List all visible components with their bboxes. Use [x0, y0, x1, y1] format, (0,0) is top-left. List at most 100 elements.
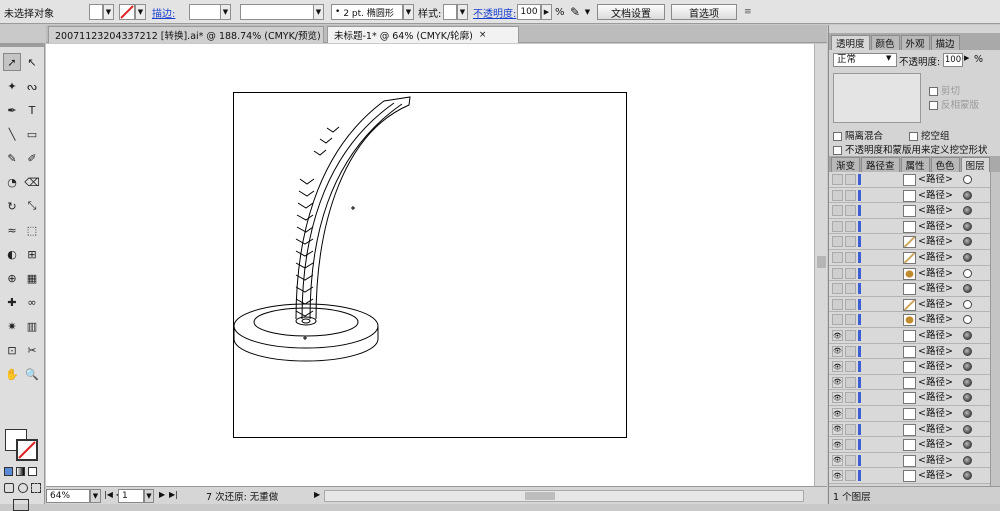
lock-toggle[interactable]: [845, 252, 856, 263]
tab-document-2[interactable]: 未标题-1* @ 64% (CMYK/轮廓) ×: [327, 26, 519, 43]
lock-toggle[interactable]: [845, 470, 856, 482]
rotate-tool-icon[interactable]: ↻: [3, 197, 21, 215]
layer-row[interactable]: 👁 <路径>: [829, 390, 1000, 406]
tab-transparency[interactable]: 透明度: [831, 35, 870, 50]
target-icon[interactable]: [963, 455, 972, 465]
slice-tool-icon[interactable]: ✂: [23, 341, 41, 359]
lock-toggle[interactable]: [845, 220, 856, 232]
pen-tool-icon[interactable]: ✒: [3, 101, 21, 119]
layer-row[interactable]: <路径>: [829, 234, 1000, 250]
target-icon[interactable]: [963, 206, 972, 216]
layer-row[interactable]: 👁 <路径>: [829, 468, 1000, 484]
target-icon[interactable]: [963, 299, 972, 309]
layer-name[interactable]: <路径>: [918, 281, 953, 296]
opacity-mask-option[interactable]: 不透明度和蒙版用来定义挖空形状: [833, 142, 988, 156]
none-mode-icon[interactable]: [28, 467, 37, 476]
blend-tool-icon[interactable]: ∞: [23, 293, 41, 311]
target-icon[interactable]: [963, 393, 972, 403]
opacity-arrow[interactable]: ▶: [541, 4, 552, 20]
layer-name[interactable]: <路径>: [918, 312, 953, 327]
target-icon[interactable]: [963, 346, 972, 356]
tab-appearance[interactable]: 外观: [900, 35, 930, 50]
layer-name[interactable]: <路径>: [918, 375, 953, 390]
stroke-swatch[interactable]: [119, 4, 135, 20]
pencil-tool-icon[interactable]: ✐: [23, 149, 41, 167]
tools-panel-header[interactable]: [0, 43, 44, 47]
screen-mode-icon[interactable]: [13, 499, 29, 511]
page-dropdown[interactable]: ▼: [144, 489, 154, 503]
layer-row[interactable]: <路径>: [829, 203, 1000, 219]
document-setup-button[interactable]: 文档设置: [597, 4, 665, 20]
eye-icon[interactable]: 👁: [832, 376, 843, 388]
eye-icon[interactable]: 👁: [832, 423, 843, 435]
eyedropper-tool-icon[interactable]: ✚: [3, 293, 21, 311]
layer-name[interactable]: <路径>: [918, 266, 953, 281]
stroke-weight-dropdown[interactable]: ▼: [220, 4, 231, 20]
scale-tool-icon[interactable]: ⤡: [23, 197, 41, 215]
zoom-dropdown[interactable]: ▼: [90, 489, 101, 503]
layer-name[interactable]: <路径>: [918, 297, 953, 312]
eye-icon[interactable]: 👁: [832, 330, 843, 341]
eye-icon[interactable]: 👁: [832, 454, 843, 466]
lock-toggle[interactable]: [845, 267, 856, 279]
preferences-button[interactable]: 首选项: [671, 4, 737, 20]
lock-toggle[interactable]: [845, 454, 856, 466]
canvas[interactable]: [46, 44, 814, 486]
target-icon[interactable]: [963, 315, 972, 325]
lock-toggle[interactable]: [845, 408, 856, 419]
layer-name[interactable]: <路径>: [918, 234, 953, 249]
fill-swatch[interactable]: [89, 4, 103, 20]
layer-row[interactable]: 👁 <路径>: [829, 421, 1000, 438]
rectangle-tool-icon[interactable]: ▭: [23, 125, 41, 143]
color-mode-icon[interactable]: [4, 467, 13, 476]
target-icon[interactable]: [963, 377, 972, 387]
opacity-field[interactable]: 100: [517, 4, 541, 20]
lock-toggle[interactable]: [845, 361, 856, 373]
panel-opacity-field[interactable]: 100: [943, 53, 963, 67]
target-icon[interactable]: [963, 284, 972, 294]
magic-wand-tool-icon[interactable]: ✦: [3, 77, 21, 95]
eye-icon[interactable]: 👁: [832, 470, 843, 482]
invert-mask-option[interactable]: 反相蒙版: [929, 97, 979, 111]
layer-row[interactable]: <路径>: [829, 172, 1000, 188]
layer-name[interactable]: <路径>: [918, 172, 953, 187]
layer-name[interactable]: <路径>: [918, 453, 953, 468]
eraser-tool-icon[interactable]: ⌫: [23, 173, 41, 191]
layer-name[interactable]: <路径>: [918, 422, 953, 437]
eye-icon[interactable]: 👁: [832, 408, 843, 419]
stroke-color-swatch[interactable]: [16, 439, 38, 461]
last-page-icon[interactable]: ▶|: [169, 490, 178, 499]
width-tool-icon[interactable]: ≈: [3, 221, 21, 239]
eye-icon[interactable]: [832, 189, 843, 201]
gradient-mode-icon[interactable]: [16, 467, 25, 476]
eye-icon[interactable]: [832, 298, 843, 310]
layer-name[interactable]: <路径>: [918, 437, 953, 452]
tab-attributes[interactable]: 属性: [900, 157, 930, 172]
target-icon[interactable]: [963, 362, 972, 372]
draw-inside-icon[interactable]: [31, 483, 41, 493]
gradient-tool-icon[interactable]: ▦: [23, 269, 41, 287]
recolor-artwork-icon[interactable]: ✎: [570, 4, 580, 20]
eye-icon[interactable]: 👁: [832, 361, 843, 373]
lock-toggle[interactable]: [845, 439, 856, 451]
eye-icon[interactable]: [832, 220, 843, 232]
clip-option[interactable]: 剪切: [929, 83, 960, 97]
isolate-blending-option[interactable]: 隔离混合: [833, 128, 883, 142]
lock-toggle[interactable]: [845, 174, 856, 185]
tab-stroke[interactable]: 描边: [930, 35, 960, 50]
style-swatch[interactable]: [443, 4, 457, 20]
opacity-arrow-icon[interactable]: ▶: [964, 54, 969, 62]
layer-name[interactable]: <路径>: [918, 344, 953, 359]
paintbrush-tool-icon[interactable]: ✎: [3, 149, 21, 167]
first-page-icon[interactable]: |◀: [104, 490, 113, 499]
artboard-tool-icon[interactable]: ⊡: [3, 341, 21, 359]
layer-row[interactable]: 👁 <路径>: [829, 374, 1000, 391]
shape-builder-tool-icon[interactable]: ◐: [3, 245, 21, 263]
artboard[interactable]: [233, 92, 627, 438]
brush-dropdown[interactable]: ▼: [403, 4, 414, 20]
target-icon[interactable]: [963, 471, 972, 481]
scroll-thumb[interactable]: [817, 256, 826, 268]
perspective-grid-tool-icon[interactable]: ⊞: [23, 245, 41, 263]
layer-row[interactable]: <路径>: [829, 265, 1000, 282]
eye-icon[interactable]: [832, 205, 843, 217]
